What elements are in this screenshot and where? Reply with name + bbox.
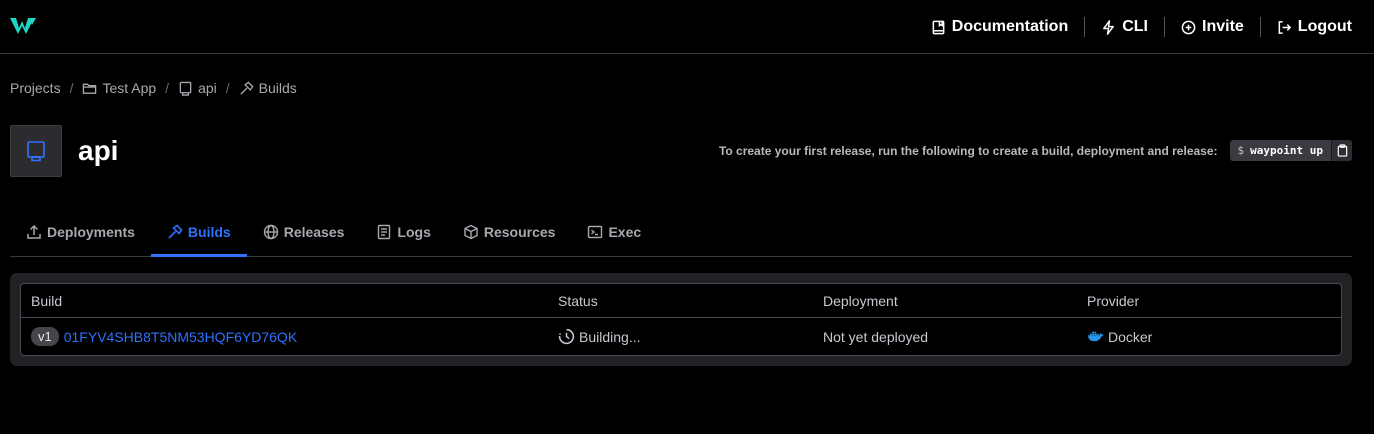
breadcrumb-projects[interactable]: Projects — [10, 80, 61, 96]
plus-circle-icon — [1181, 20, 1196, 34]
breadcrumb-separator: / — [165, 80, 170, 96]
hammer-icon — [168, 224, 183, 239]
tab-label: Deployments — [47, 224, 135, 240]
version-badge: v1 — [31, 327, 59, 346]
tab-resources[interactable]: Resources — [447, 208, 572, 256]
tab-label: Logs — [397, 224, 431, 240]
waypoint-logo-icon[interactable] — [10, 17, 36, 35]
lightning-icon — [1103, 19, 1115, 35]
tab-bar: Deployments Builds Releases Logs Resourc… — [10, 208, 1352, 257]
deployment-cell: Not yet deployed — [823, 318, 928, 355]
tab-label: Exec — [608, 224, 642, 240]
documentation-link[interactable]: Documentation — [915, 18, 1084, 36]
builds-table: Build Status Deployment Provider v1 01FY… — [20, 283, 1342, 356]
status-cell: Building... — [558, 318, 640, 355]
clipboard-icon — [1337, 144, 1347, 157]
column-header-deployment: Deployment — [823, 292, 898, 309]
breadcrumb-app-label: api — [198, 80, 217, 96]
tab-deployments[interactable]: Deployments — [10, 208, 151, 256]
tab-exec[interactable]: Exec — [571, 208, 657, 256]
breadcrumb-project-label: Test App — [102, 80, 157, 96]
tab-label: Builds — [187, 224, 231, 240]
app-icon — [27, 141, 45, 162]
box-icon — [464, 224, 478, 240]
cli-link[interactable]: CLI — [1085, 18, 1164, 36]
breadcrumb-current: Builds — [239, 80, 297, 96]
build-id-link[interactable]: 01FYV4SHB8T5NM53HQF6YD76QK — [64, 329, 297, 345]
table-row[interactable]: v1 01FYV4SHB8T5NM53HQF6YD76QK Building..… — [21, 318, 1341, 355]
docker-icon — [1087, 331, 1104, 342]
logout-icon — [1278, 20, 1291, 34]
table-header: Build Status Deployment Provider — [21, 284, 1341, 318]
deployment-text: Not yet deployed — [823, 328, 929, 345]
column-header-provider: Provider — [1087, 292, 1140, 309]
terminal-icon — [588, 225, 603, 239]
logout-label: Logout — [1297, 18, 1352, 35]
logout-link[interactable]: Logout — [1261, 18, 1352, 36]
breadcrumb: Projects / Test App / api / Builds — [10, 80, 297, 96]
invite-label: Invite — [1202, 18, 1244, 35]
folder-icon — [83, 83, 97, 94]
tab-label: Resources — [483, 224, 556, 240]
hint-text: To create your first release, run the fo… — [718, 143, 1218, 158]
logs-icon — [378, 224, 391, 240]
breadcrumb-project[interactable]: Test App — [82, 80, 156, 96]
column-header-status: Status — [558, 292, 598, 309]
globe-icon — [263, 224, 278, 240]
copy-button[interactable] — [1331, 140, 1352, 161]
upload-icon — [27, 224, 41, 239]
breadcrumb-separator: / — [225, 80, 230, 96]
column-header-build: Build — [31, 292, 63, 309]
cli-label: CLI — [1122, 18, 1148, 35]
build-cell: v1 01FYV4SHB8T5NM53HQF6YD76QK — [31, 318, 297, 355]
provider-cell: Docker — [1087, 318, 1152, 355]
app-icon — [179, 81, 192, 96]
clock-icon — [558, 328, 575, 345]
documentation-label: Documentation — [951, 18, 1069, 35]
book-icon — [932, 20, 945, 34]
breadcrumb-current-label: Builds — [258, 80, 297, 96]
provider-text: Docker — [1108, 328, 1153, 345]
tab-builds[interactable]: Builds — [150, 208, 247, 257]
command-text: $ waypoint up — [1230, 140, 1331, 161]
top-bar: Documentation CLI Invite Logout — [0, 0, 1374, 54]
command-value: waypoint up — [1250, 144, 1323, 157]
status-text: Building... — [579, 328, 641, 345]
top-nav: Documentation CLI Invite Logout — [915, 0, 1352, 54]
tab-releases[interactable]: Releases — [247, 208, 361, 256]
first-release-hint: To create your first release, run the fo… — [719, 140, 1352, 161]
app-avatar — [10, 125, 62, 177]
command-snippet: $ waypoint up — [1229, 140, 1352, 161]
breadcrumb-app[interactable]: api — [178, 80, 217, 96]
tab-label: Releases — [283, 224, 345, 240]
builds-panel: Build Status Deployment Provider v1 01FY… — [10, 273, 1352, 366]
invite-link[interactable]: Invite — [1165, 18, 1260, 36]
breadcrumb-separator: / — [69, 80, 74, 96]
tab-logs[interactable]: Logs — [360, 208, 446, 256]
command-prompt: $ — [1237, 144, 1245, 157]
page-title: api — [78, 135, 119, 166]
hammer-icon — [240, 81, 254, 95]
